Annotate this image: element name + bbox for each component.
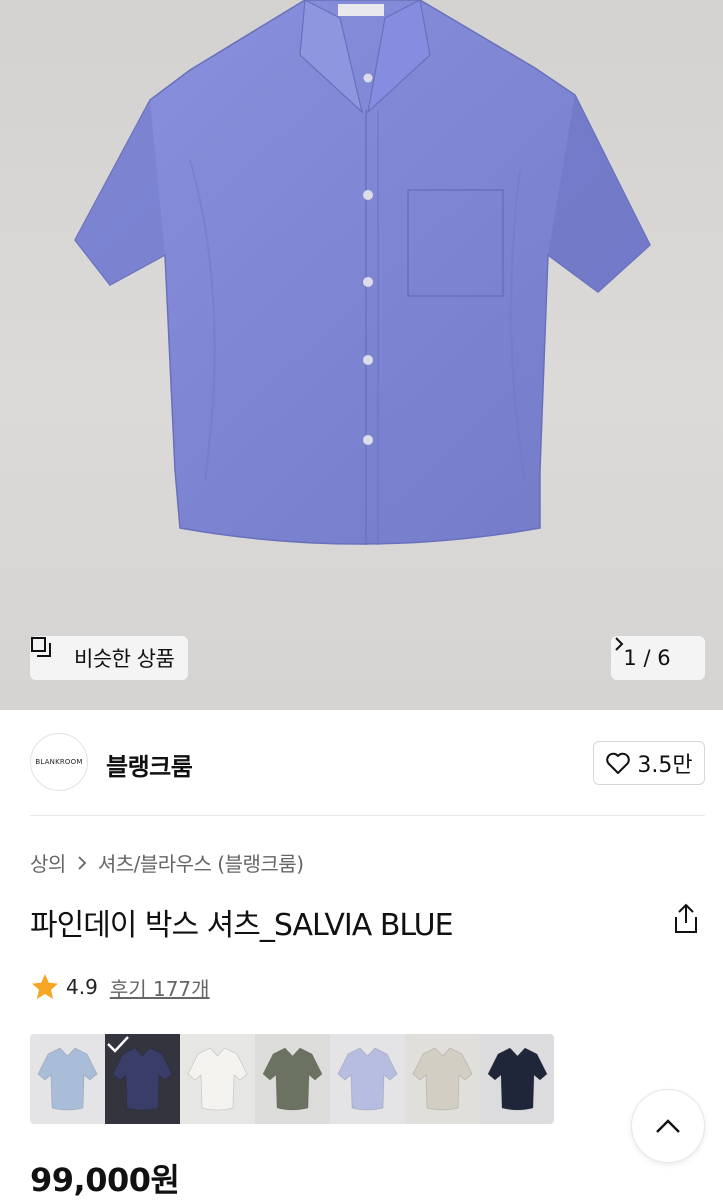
- color-swatch[interactable]: [330, 1034, 405, 1124]
- rating-score: 4.9: [66, 975, 98, 999]
- check-icon: [105, 1034, 180, 1124]
- color-swatch[interactable]: [105, 1034, 180, 1124]
- color-swatch[interactable]: [180, 1034, 255, 1124]
- copy-icon: [31, 637, 66, 669]
- brand-logo[interactable]: BLANKROOM: [30, 733, 88, 791]
- swatch-shirt: [187, 1047, 248, 1111]
- star-icon: [30, 972, 60, 1002]
- brand-name[interactable]: 블랭크룸: [106, 747, 193, 782]
- scroll-top-button[interactable]: [631, 1089, 705, 1163]
- similar-products-button[interactable]: 비슷한 상품: [30, 636, 189, 680]
- chevron-up-icon: [654, 1117, 682, 1135]
- heart-icon: [605, 751, 631, 775]
- swatch-shirt: [487, 1047, 548, 1111]
- image-counter-button[interactable]: 1 / 6: [611, 636, 705, 680]
- product-image[interactable]: 비슷한 상품 1 / 6: [0, 0, 723, 710]
- breadcrumb-subcategory[interactable]: 셔츠/블라우스 (블랭크룸): [98, 848, 304, 877]
- swatch-shirt: [262, 1047, 323, 1111]
- swatch-shirt: [337, 1047, 398, 1111]
- share-icon[interactable]: [671, 902, 701, 936]
- breadcrumb: 상의 셔츠/블라우스 (블랭크룸): [30, 848, 304, 877]
- similar-products-label: 비슷한 상품: [74, 647, 175, 671]
- swatch-shirt: [37, 1047, 98, 1111]
- chevron-right-icon: [615, 637, 693, 666]
- color-swatches: [30, 1034, 554, 1124]
- product-price: 99,000원: [30, 1161, 180, 1199]
- color-swatch[interactable]: [480, 1034, 554, 1124]
- reviews-link[interactable]: 후기 177개: [110, 973, 210, 1002]
- shirt-illustration: [74, 0, 651, 545]
- color-swatch[interactable]: [405, 1034, 480, 1124]
- brand-row: BLANKROOM 블랭크룸 3.5만: [30, 733, 705, 793]
- color-swatch[interactable]: [255, 1034, 330, 1124]
- like-button[interactable]: 3.5만: [593, 741, 705, 785]
- breadcrumb-category[interactable]: 상의: [30, 848, 66, 877]
- swatch-shirt: [412, 1047, 473, 1111]
- like-count: 3.5만: [637, 753, 693, 778]
- product-title: 파인데이 박스 셔츠_SALVIA BLUE: [30, 908, 454, 943]
- image-counter-label: 1 / 6: [623, 646, 671, 670]
- chevron-right-icon: [76, 855, 88, 871]
- rating-row: 4.9 후기 177개: [30, 972, 210, 1002]
- color-swatch[interactable]: [30, 1034, 105, 1124]
- divider: [30, 815, 705, 816]
